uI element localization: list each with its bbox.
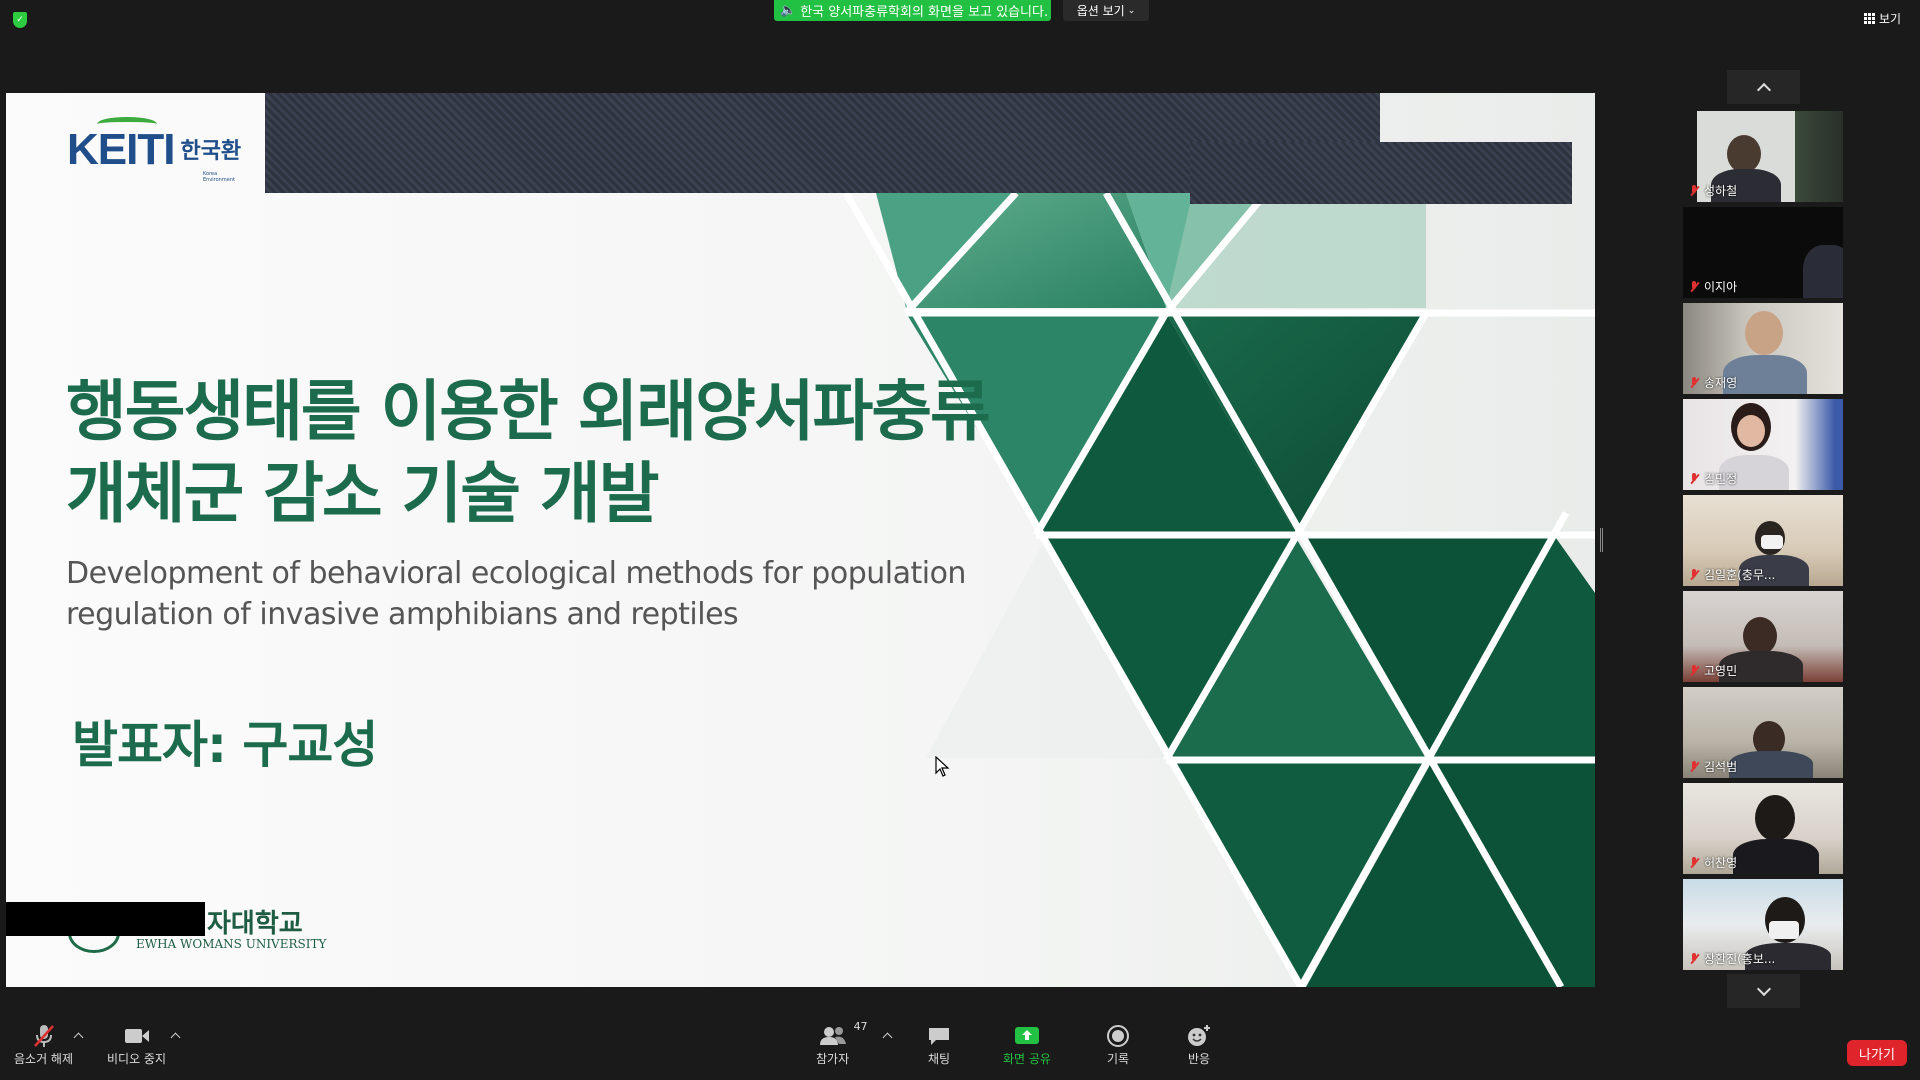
muted-mic-icon	[1689, 665, 1699, 677]
participant-name: 장환진(홍보...	[1704, 952, 1776, 966]
slide-title: 행동생태를 이용한 외래양서파충류 개체군 감소 기술 개발	[66, 371, 991, 535]
chevron-up-icon	[1756, 82, 1771, 97]
keiti-logo: KEITI 한국환 Korea Environment	[67, 117, 242, 183]
participant-tile[interactable]: 고영민	[1683, 591, 1843, 682]
muted-mic-icon	[1689, 857, 1699, 869]
speaker-icon: 🔈	[780, 3, 797, 18]
participants-scroll-up-button[interactable]	[1727, 70, 1800, 104]
screen-share-banner: 🔈 한국 양서파충류학회의 화면을 보고 있습니다.	[774, 0, 1051, 21]
video-camera-icon	[123, 1022, 151, 1050]
participant-tile[interactable]: 김민정	[1683, 399, 1843, 490]
participant-name: 허찬영	[1704, 856, 1738, 870]
slide-subtitle: Development of behavioral ecological met…	[66, 553, 966, 635]
university-name-english: EWHA WOMANS UNIVERSITY	[136, 937, 327, 951]
redacted-header-band-right	[1190, 142, 1572, 204]
chat-label: 채팅	[927, 1052, 951, 1066]
grid-icon	[1864, 13, 1875, 24]
keiti-leaf-mark	[97, 117, 157, 131]
participant-name: 김석범	[1704, 760, 1738, 774]
view-button[interactable]: 보기	[1864, 10, 1901, 27]
share-screen-button[interactable]: 화면 공유	[1003, 1022, 1051, 1067]
shared-screen: KEITI 한국환 Korea Environment 행동생태를 이용한 외래…	[6, 93, 1595, 987]
reactions-button[interactable]: 반응	[1186, 1022, 1212, 1067]
top-bar: ✓ 🔈 한국 양서파충류학회의 화면을 보고 있습니다. 옵션 보기 ⌄ 보기	[0, 0, 1920, 40]
security-shield-icon[interactable]: ✓	[13, 12, 27, 28]
view-options-button[interactable]: 옵션 보기 ⌄	[1063, 0, 1149, 21]
participant-name: 고영민	[1704, 664, 1738, 678]
muted-mic-icon	[1689, 281, 1699, 293]
participant-tile[interactable]: 허찬영	[1683, 783, 1843, 874]
share-screen-label: 화면 공유	[1003, 1052, 1051, 1066]
participants-button[interactable]: 47 참가자	[816, 1020, 868, 1067]
chevron-down-icon	[1756, 981, 1771, 996]
unmute-button[interactable]: 음소거 해제	[14, 1022, 73, 1067]
muted-mic-icon	[1689, 569, 1699, 581]
participant-name: 성하철	[1704, 184, 1738, 198]
chat-button[interactable]: 채팅	[927, 1022, 951, 1067]
participant-tile[interactable]: 이지아	[1683, 207, 1843, 298]
participant-name: 이지아	[1704, 280, 1738, 294]
video-options-caret[interactable]	[170, 1032, 181, 1043]
audio-options-caret[interactable]	[73, 1032, 84, 1043]
participant-name: 김민정	[1704, 472, 1738, 486]
screen-share-banner-text: 한국 양서파충류학회의 화면을 보고 있습니다.	[800, 5, 1049, 20]
redacted-block	[6, 902, 205, 936]
participants-count: 47	[853, 1020, 868, 1033]
chat-bubble-icon	[927, 1022, 951, 1050]
smiley-plus-icon	[1186, 1022, 1212, 1050]
muted-mic-icon	[1689, 377, 1699, 389]
participant-name: 김일훈(충무...	[1704, 568, 1776, 582]
slide-triangle-pattern	[842, 190, 1595, 987]
chevron-down-icon: ⌄	[1127, 5, 1136, 16]
keiti-logo-korean: 한국환	[180, 139, 242, 164]
muted-microphone-icon	[32, 1022, 56, 1050]
slide-subtitle-line2: regulation of invasive amphibians and re…	[66, 597, 739, 632]
slide-presenter: 발표자: 구교성	[72, 716, 378, 774]
record-label: 기록	[1106, 1052, 1130, 1066]
participant-tile[interactable]: 성하철	[1683, 111, 1843, 202]
reactions-label: 반응	[1187, 1052, 1211, 1066]
slide-subtitle-line1: Development of behavioral ecological met…	[66, 556, 966, 591]
participant-tile[interactable]: 장환진(홍보...	[1683, 879, 1843, 970]
panel-resize-handle[interactable]	[1600, 528, 1603, 552]
stop-video-label: 비디오 중지	[107, 1052, 167, 1066]
muted-mic-icon	[1689, 953, 1699, 965]
participant-name: 송재영	[1704, 376, 1738, 390]
stop-video-button[interactable]: 비디오 중지	[107, 1022, 166, 1067]
unmute-label: 음소거 해제	[14, 1052, 74, 1066]
participant-tile[interactable]: 송재영	[1683, 303, 1843, 394]
slide-title-line2: 개체군 감소 기술 개발	[66, 455, 659, 532]
participant-tile[interactable]: 김석범	[1683, 687, 1843, 778]
muted-mic-icon	[1689, 761, 1699, 773]
view-button-label: 보기	[1879, 12, 1902, 26]
view-options-label: 옵션 보기	[1076, 4, 1125, 18]
share-screen-icon	[1014, 1022, 1040, 1050]
participants-options-caret[interactable]	[882, 1032, 893, 1043]
slide-title-line1: 행동생태를 이용한 외래양서파충류	[66, 373, 991, 450]
participants-scroll-down-button[interactable]	[1727, 974, 1800, 1008]
participant-tile[interactable]: 김일훈(충무...	[1683, 495, 1843, 586]
participants-icon: 47	[818, 1020, 868, 1050]
meeting-toolbar: 음소거 해제 비디오 중지 47 참가자 채팅 화면 공유 기록 반응	[0, 1016, 1920, 1080]
record-icon	[1106, 1022, 1130, 1050]
keiti-logo-text: KEITI	[67, 125, 175, 174]
participants-label: 참가자	[816, 1052, 850, 1066]
university-name-korean: 자대학교	[207, 909, 303, 939]
keiti-logo-sub: Korea Environment	[203, 171, 235, 183]
muted-mic-icon	[1689, 185, 1699, 197]
leave-meeting-button[interactable]: 나가기	[1847, 1040, 1907, 1066]
record-button[interactable]: 기록	[1106, 1022, 1130, 1067]
muted-mic-icon	[1689, 473, 1699, 485]
mouse-cursor-icon	[935, 756, 950, 777]
